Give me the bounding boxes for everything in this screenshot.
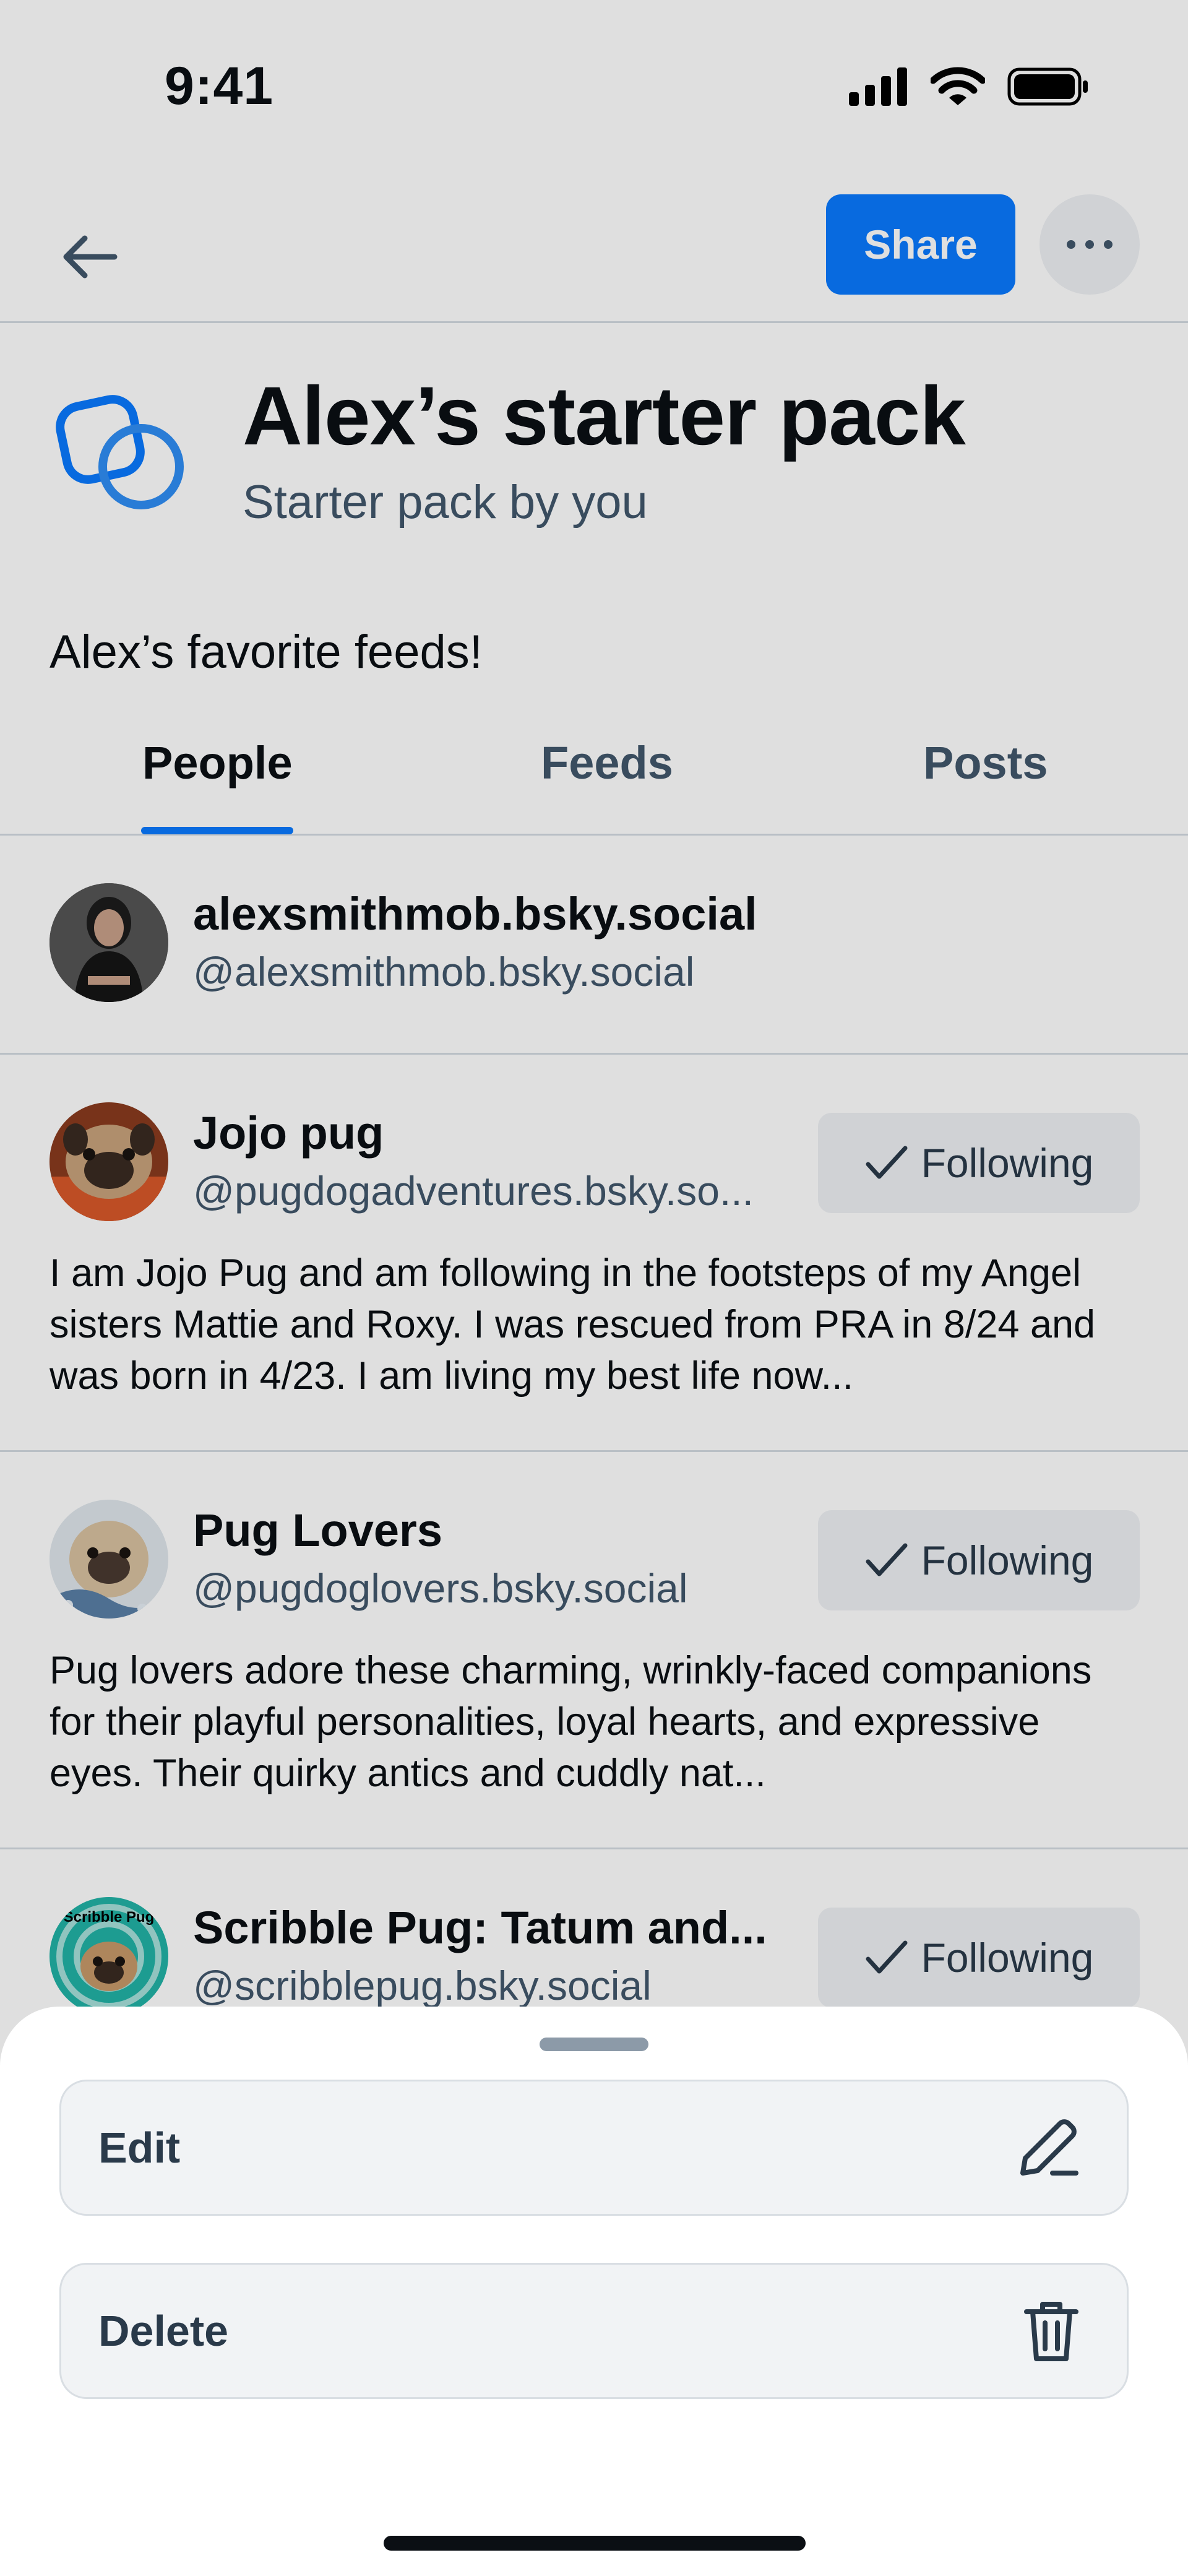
- starter-pack-screen: 9:41 Share Alex’s starter pack Starter p…: [0, 0, 1188, 2576]
- delete-button[interactable]: Delete: [59, 2263, 1129, 2399]
- action-sheet: Edit Delete: [0, 2007, 1188, 2576]
- sheet-drag-handle[interactable]: [540, 2038, 648, 2051]
- home-indicator: [384, 2536, 806, 2551]
- trash-icon: [1024, 2302, 1078, 2361]
- edit-label: Edit: [98, 2124, 181, 2172]
- edit-button[interactable]: Edit: [59, 2080, 1129, 2216]
- delete-label: Delete: [98, 2307, 229, 2355]
- pencil-icon: [1020, 2119, 1078, 2176]
